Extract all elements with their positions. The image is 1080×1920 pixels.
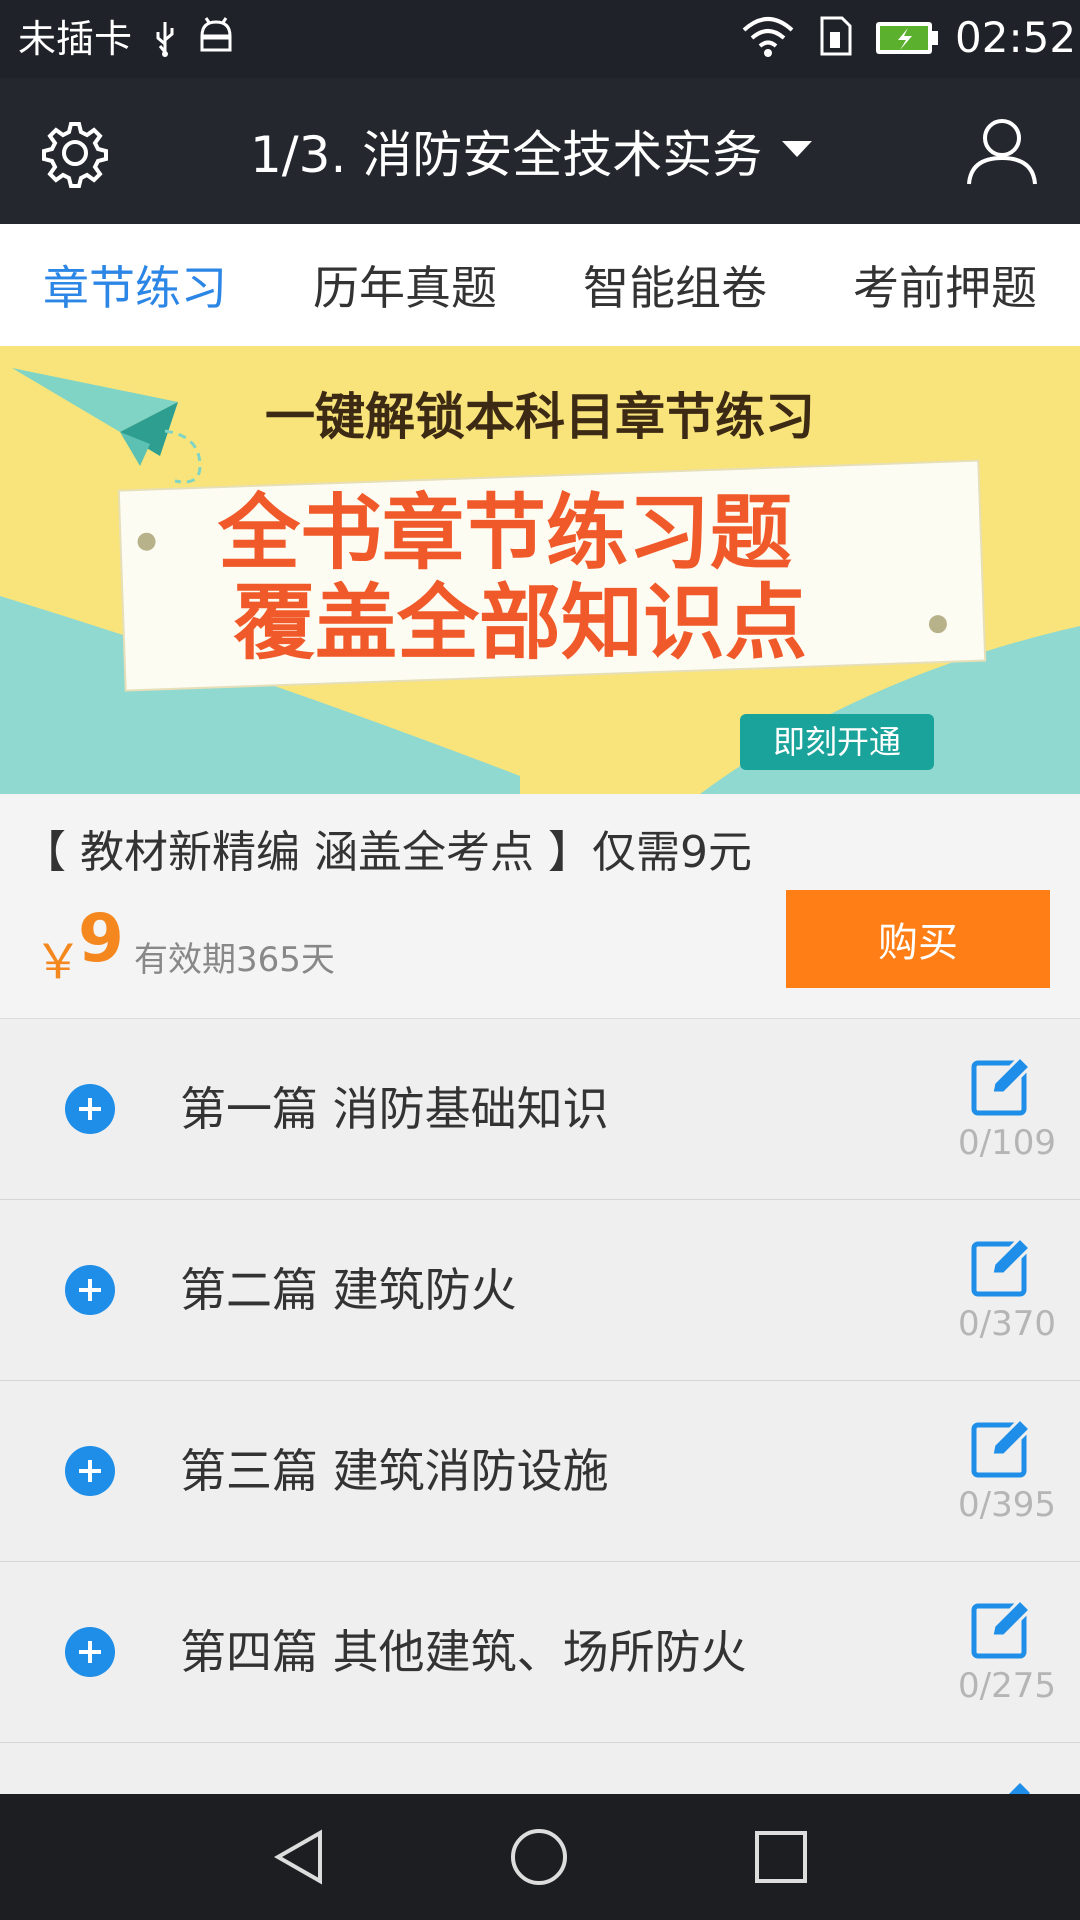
expand-plus-icon[interactable] xyxy=(65,1265,115,1315)
subject-selector[interactable]: 1/3. 消防安全技术实务 xyxy=(250,118,814,184)
chapter-progress: 0/370 xyxy=(958,1304,1056,1344)
tab-smart-paper[interactable]: 智能组卷 xyxy=(540,224,810,346)
chapter-progress: 0/109 xyxy=(958,1123,1056,1163)
banner-cta-label: 即刻开通 xyxy=(773,723,901,761)
expand-plus-icon[interactable] xyxy=(65,1446,115,1496)
purchase-panel: 【 教材新精编 涵盖全考点 】仅需9元 ￥ 9 有效期365天 购买 xyxy=(0,794,1080,1019)
battery-charging-icon xyxy=(874,20,940,60)
home-circle-icon[interactable] xyxy=(509,1827,569,1891)
price-value: 9 xyxy=(78,900,124,977)
banner-line2: 覆盖全部知识点 xyxy=(233,576,807,671)
sim-icon xyxy=(818,14,854,62)
chapter-progress: 0/395 xyxy=(958,1485,1056,1525)
edit-practice-icon[interactable] xyxy=(970,1234,1034,1302)
validity-text: 有效期365天 xyxy=(134,940,335,980)
chapter-title: 第四篇 其他建筑、场所防火 xyxy=(180,1625,747,1679)
tab-chapter-practice[interactable]: 章节练习 xyxy=(0,224,270,346)
caret-down-icon xyxy=(780,139,814,163)
promo-banner[interactable]: 一键解锁本科目章节练习 全书章节练习题 覆盖全部知识点 即刻开通 xyxy=(0,346,1080,794)
system-nav-bar xyxy=(0,1794,1080,1920)
app-bar: 1/3. 消防安全技术实务 xyxy=(0,78,1080,224)
chapter-row[interactable]: 第三篇 建筑消防设施 0/395 xyxy=(0,1381,1080,1562)
tab-bar: 章节练习 历年真题 智能组卷 考前押题 xyxy=(0,224,1080,346)
clock: 02:52 xyxy=(955,13,1077,62)
tab-pre-exam-predictions[interactable]: 考前押题 xyxy=(810,224,1080,346)
wifi-icon xyxy=(740,14,796,62)
chapter-row[interactable]: 第二篇 建筑防火 0/370 xyxy=(0,1200,1080,1381)
currency-symbol: ￥ xyxy=(34,934,83,990)
edit-practice-icon[interactable] xyxy=(970,1415,1034,1483)
chapter-title: 第一篇 消防基础知识 xyxy=(180,1082,609,1136)
recents-square-icon[interactable] xyxy=(751,1827,811,1891)
expand-plus-icon[interactable] xyxy=(65,1627,115,1677)
expand-plus-icon[interactable] xyxy=(65,1084,115,1134)
carrier-text: 未插卡 xyxy=(18,17,133,61)
chapter-title: 第二篇 建筑防火 xyxy=(180,1263,517,1317)
banner-line1: 全书章节练习题 xyxy=(217,486,792,581)
chapter-title: 第三篇 建筑消防设施 xyxy=(180,1444,609,1498)
buy-button[interactable]: 购买 xyxy=(786,890,1050,988)
chapter-list: 第一篇 消防基础知识 0/109 第二篇 建筑防火 0/370 第三篇 建筑消防… xyxy=(0,1019,1080,1803)
status-bar: 未插卡 02:52 xyxy=(0,0,1080,78)
chapter-progress: 0/275 xyxy=(958,1666,1056,1706)
subject-title: 1/3. 消防安全技术实务 xyxy=(250,126,763,184)
settings-gear-icon[interactable] xyxy=(40,118,110,192)
promo-headline: 【 教材新精编 涵盖全考点 】仅需9元 xyxy=(22,827,752,878)
chapter-row[interactable]: 第四篇 其他建筑、场所防火 0/275 xyxy=(0,1562,1080,1743)
back-triangle-icon[interactable] xyxy=(270,1827,330,1891)
usb-icon xyxy=(150,18,180,67)
android-debug-icon xyxy=(196,14,236,62)
tab-past-exams[interactable]: 历年真题 xyxy=(270,224,540,346)
user-profile-icon[interactable] xyxy=(965,114,1039,192)
chapter-row[interactable]: 第一篇 消防基础知识 0/109 xyxy=(0,1019,1080,1200)
edit-practice-icon[interactable] xyxy=(970,1596,1034,1664)
edit-practice-icon[interactable] xyxy=(970,1053,1034,1121)
banner-heading: 一键解锁本科目章节练习 xyxy=(265,388,815,446)
